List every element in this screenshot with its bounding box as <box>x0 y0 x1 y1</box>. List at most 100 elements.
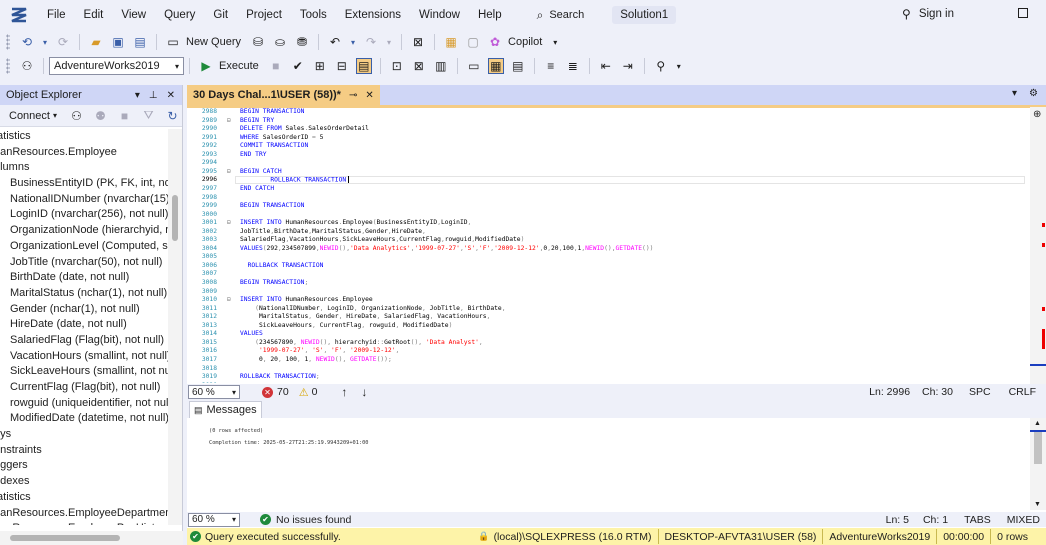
results-zoom-select[interactable]: 60 % ▾ <box>188 512 240 527</box>
save-all-icon[interactable]: ▤ <box>132 34 148 50</box>
zoom-select[interactable]: 60 % ▾ <box>188 385 240 399</box>
tree-item[interactable]: SickLeaveHours (smallint, not null) <box>0 364 169 380</box>
live-stats-icon[interactable]: ⊠ <box>411 58 427 74</box>
messages-tab[interactable]: ▤ Messages <box>189 401 262 418</box>
tree-item[interactable]: SalariedFlag (Flag(bit), not null) <box>0 333 169 349</box>
no-issues-label[interactable]: No issues found <box>276 514 351 526</box>
fold-toggle-icon[interactable]: ⊟ <box>227 296 231 303</box>
estimated-plan-icon[interactable]: ⊞ <box>312 58 328 74</box>
tree-item[interactable]: JobTitle (nvarchar(50), not null) <box>0 255 169 271</box>
results-to-file-icon[interactable]: ▤ <box>510 58 526 74</box>
stop-icon[interactable]: ■ <box>118 108 131 124</box>
toolbar-grip[interactable] <box>6 34 10 50</box>
scrollbar-thumb[interactable] <box>172 195 178 241</box>
tree-item[interactable]: tatistics <box>0 490 169 506</box>
database-query-icon[interactable]: ⛁ <box>250 34 266 50</box>
connect-button[interactable]: Connect ▾ <box>4 108 62 124</box>
code-editor[interactable]: 2988 BEGIN TRANSACTION 2989 ⊟ BEGIN TRY 2990 D… <box>187 107 1030 383</box>
save-icon[interactable]: ▣ <box>110 34 126 50</box>
actual-plan-icon[interactable]: ⊡ <box>389 58 405 74</box>
disconnect-icon[interactable]: ⚉ <box>94 108 107 124</box>
connect-icon[interactable]: ⚇ <box>19 58 35 74</box>
tree-item[interactable]: CurrentFlag (Flag(bit), not null) <box>0 380 169 396</box>
pin-tab-icon[interactable]: ⊸ <box>349 90 357 101</box>
forward-icon[interactable]: ⟳ <box>55 34 71 50</box>
scroll-up-icon[interactable]: ▲ <box>1034 420 1041 427</box>
activity-monitor-icon[interactable]: ⊠ <box>410 34 426 50</box>
filter-icon[interactable]: ⛛ <box>142 108 155 124</box>
query-options-icon[interactable]: ⊟ <box>334 58 350 74</box>
tree-item[interactable]: OrganizationLevel (Computed, sma <box>0 239 169 255</box>
warning-icon[interactable]: ⚠ <box>299 386 309 399</box>
properties-icon[interactable]: ▦ <box>443 34 459 50</box>
uncomment-icon[interactable]: ≣ <box>565 58 581 74</box>
results-to-text-icon[interactable]: ▭ <box>466 58 482 74</box>
restore-window-icon[interactable] <box>1018 8 1028 18</box>
next-issue-icon[interactable]: ↓ <box>361 385 367 399</box>
comment-icon[interactable]: ≡ <box>543 58 559 74</box>
menu-edit[interactable]: Edit <box>75 0 113 30</box>
redo-dropdown-icon[interactable]: ▾ <box>385 34 393 50</box>
increase-indent-icon[interactable]: ⇥ <box>620 58 636 74</box>
fold-toggle-icon[interactable]: ⊟ <box>227 219 231 226</box>
tree-item[interactable]: riggers <box>0 458 169 474</box>
tree-item[interactable]: tatistics <box>0 129 169 145</box>
object-explorer-vertical-scrollbar[interactable] <box>168 129 182 525</box>
copilot-button[interactable]: Copilot <box>508 36 542 48</box>
tree-item[interactable]: NationalIDNumber (nvarchar(15), n <box>0 192 169 208</box>
menu-window[interactable]: Window <box>410 0 469 30</box>
execute-icon[interactable]: ▶ <box>198 58 214 74</box>
toolbar-grip[interactable] <box>6 58 10 74</box>
sign-in-button[interactable]: ⚲ Sign in <box>902 7 954 21</box>
toolbar-overflow-icon[interactable]: ▾ <box>551 34 559 50</box>
tree-item[interactable]: nanResources.Employee <box>0 145 169 161</box>
document-tab[interactable]: 30 Days Chal...1\USER (58))* ⊸ ✕ <box>187 85 380 105</box>
tree-item[interactable]: BirthDate (date, not null) <box>0 270 169 286</box>
undo-dropdown-icon[interactable]: ▾ <box>349 34 357 50</box>
toolbar-overflow-icon[interactable]: ▾ <box>675 58 683 74</box>
parse-icon[interactable]: ✔ <box>290 58 306 74</box>
tree-item[interactable]: MaritalStatus (nchar(1), not null) <box>0 286 169 302</box>
scrollbar-thumb[interactable] <box>10 535 120 541</box>
tree-item[interactable]: OrganizationNode (hierarchyid, nul <box>0 223 169 239</box>
specify-template-icon[interactable]: ⚲ <box>653 58 669 74</box>
tree-item[interactable]: VacationHours (smallint, not null) <box>0 349 169 365</box>
editor-vertical-scrollbar[interactable]: ⊕ <box>1030 107 1046 384</box>
pin-icon[interactable]: ⊥ <box>149 90 158 101</box>
tree-item[interactable]: olumns <box>0 160 169 176</box>
tree-item[interactable]: nanResources.EmployeePayHistory <box>0 521 169 525</box>
decrease-indent-icon[interactable]: ⇤ <box>598 58 614 74</box>
new-query-icon[interactable]: ▭ <box>165 34 181 50</box>
database-select[interactable]: AdventureWorks2019 ▾ <box>49 57 184 75</box>
tree-item[interactable]: HireDate (date, not null) <box>0 317 169 333</box>
object-explorer-horizontal-scrollbar[interactable] <box>0 531 183 545</box>
scroll-down-icon[interactable]: ▼ <box>1034 501 1041 508</box>
refresh-icon[interactable]: ↻ <box>166 108 179 124</box>
toolbox-icon[interactable]: ▢ <box>465 34 481 50</box>
menu-query[interactable]: Query <box>155 0 204 30</box>
tree-item[interactable]: onstraints <box>0 443 169 459</box>
tree-item[interactable]: ModifiedDate (datetime, not null) <box>0 411 169 427</box>
undo-icon[interactable]: ↶ <box>327 34 343 50</box>
tree-item[interactable]: nanResources.EmployeeDepartment <box>0 506 169 522</box>
fold-toggle-icon[interactable]: ⊟ <box>227 117 231 124</box>
intellisense-icon[interactable]: ▤ <box>355 58 372 74</box>
execute-button[interactable]: Execute <box>219 60 259 72</box>
menu-git[interactable]: Git <box>204 0 237 30</box>
close-tab-icon[interactable]: ✕ <box>365 90 373 101</box>
previous-issue-icon[interactable]: ↑ <box>341 385 347 399</box>
menu-help[interactable]: Help <box>469 0 511 30</box>
redo-icon[interactable]: ↷ <box>363 34 379 50</box>
cancel-query-icon[interactable]: ■ <box>268 58 284 74</box>
tab-list-icon[interactable]: ▾ <box>1012 88 1017 99</box>
tree-item[interactable]: ndexes <box>0 474 169 490</box>
messages-pane[interactable]: (0 rows affected) Completion time: 2025-0… <box>187 418 1046 510</box>
panel-options-icon[interactable]: ▾ <box>135 90 140 101</box>
tree-item[interactable]: Gender (nchar(1), not null) <box>0 302 169 318</box>
menu-view[interactable]: View <box>112 0 155 30</box>
tree-item[interactable]: LoginID (nvarchar(256), not null) <box>0 207 169 223</box>
fold-toggle-icon[interactable]: ⊟ <box>227 168 231 175</box>
warning-count[interactable]: 0 <box>312 386 318 398</box>
settings-icon[interactable]: ⚙ <box>1029 88 1038 99</box>
back-icon[interactable]: ⟲ <box>19 34 35 50</box>
